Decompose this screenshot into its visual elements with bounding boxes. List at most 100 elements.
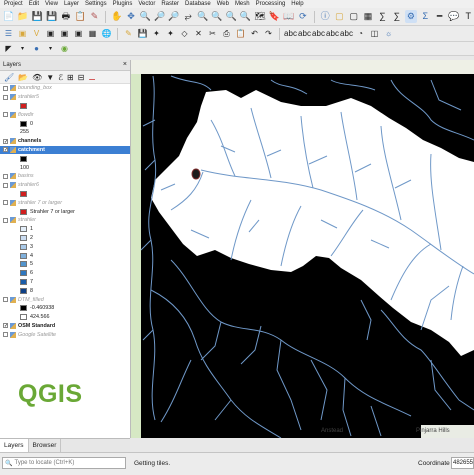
vertex-tool-icon[interactable]: ◇: [179, 28, 190, 39]
label-icon[interactable]: abc: [284, 28, 297, 39]
layer-row[interactable]: Google Satellite: [0, 330, 130, 339]
layer-row[interactable]: 255: [0, 128, 130, 137]
save-as-icon[interactable]: 💾: [46, 10, 57, 23]
pan-icon[interactable]: ✋: [111, 10, 122, 23]
menu-plugins[interactable]: Plugins: [113, 1, 133, 7]
field-calculator-icon[interactable]: ∑: [377, 10, 388, 23]
legend-item[interactable]: 2: [0, 234, 130, 243]
undo-icon[interactable]: ↶: [249, 28, 260, 39]
layout-manager-icon[interactable]: 📋: [75, 10, 86, 23]
legend-item[interactable]: 5: [0, 260, 130, 269]
redo-icon[interactable]: ↷: [263, 28, 274, 39]
pin-icon[interactable]: ●: [31, 43, 42, 54]
zoom-last-icon[interactable]: 🔍: [226, 10, 237, 23]
coordinate-field[interactable]: 482655: [451, 457, 474, 469]
layer-row[interactable]: ✓ catchment: [0, 145, 130, 155]
layer-visibility-checkbox[interactable]: [3, 112, 8, 118]
gear-icon[interactable]: ⚙: [405, 10, 417, 23]
legend-item[interactable]: [0, 190, 130, 199]
add-vector-icon[interactable]: ◤: [3, 43, 14, 54]
cut-icon[interactable]: ✂: [207, 28, 218, 39]
close-icon[interactable]: ×: [123, 60, 127, 70]
zoom-layer-icon[interactable]: 🔍: [197, 10, 208, 23]
measure-icon[interactable]: ━: [434, 10, 445, 23]
menu-vector[interactable]: Vector: [138, 1, 155, 7]
menu-layer[interactable]: Layer: [64, 1, 79, 7]
label-change-icon[interactable]: abc: [340, 28, 353, 39]
legend-item[interactable]: 7: [0, 278, 130, 287]
layer-visibility-checkbox[interactable]: [3, 94, 8, 100]
refresh-icon[interactable]: ⟳: [297, 10, 308, 23]
new-virtual-layer-icon[interactable]: ▣: [73, 28, 84, 39]
filter-expression-icon[interactable]: ℰ: [58, 73, 63, 82]
legend-item[interactable]: 3: [0, 242, 130, 251]
add-raster-icon[interactable]: ▦: [87, 28, 98, 39]
gps-icon[interactable]: ◉: [59, 43, 70, 54]
layer-row[interactable]: strahler 7 or larger: [0, 198, 130, 207]
layer-visibility-checkbox[interactable]: ✓: [3, 138, 8, 144]
layer-visibility-checkbox[interactable]: [3, 182, 8, 188]
remove-layer-icon[interactable]: ⚊: [88, 73, 95, 82]
map-canvas[interactable]: Anstead Pinjarra Hills: [131, 60, 474, 438]
new-bookmark-icon[interactable]: 🔖: [269, 10, 280, 23]
add-group-icon[interactable]: 📂: [18, 73, 28, 82]
zoom-selection-icon[interactable]: 🔍: [211, 10, 222, 23]
layer-row[interactable]: ✓ OSM Standard: [0, 322, 130, 331]
new-temp-layer-icon[interactable]: ▣: [59, 28, 70, 39]
map-tips-icon[interactable]: 💬: [448, 10, 459, 23]
menu-database[interactable]: Database: [185, 1, 211, 7]
new-map-view-icon[interactable]: 🗺: [254, 10, 265, 23]
tab-browser[interactable]: Browser: [29, 439, 62, 453]
plugin-icon[interactable]: ◫: [369, 28, 380, 39]
layer-row[interactable]: basins: [0, 172, 130, 181]
identify-icon[interactable]: ⓘ: [319, 10, 330, 23]
zoom-rubberband-icon[interactable]: 🔎: [168, 10, 179, 23]
python-icon[interactable]: ☼: [383, 28, 394, 39]
legend-item[interactable]: 6: [0, 269, 130, 278]
tab-layers[interactable]: Layers: [0, 439, 29, 453]
menu-raster[interactable]: Raster: [161, 1, 179, 7]
layer-row[interactable]: 100: [0, 163, 130, 172]
dropdown-arrow-icon[interactable]: ▾: [45, 43, 56, 54]
legend-item[interactable]: -0.460938: [0, 304, 130, 313]
show-bookmarks-icon[interactable]: 📖: [283, 10, 294, 23]
diagram-icon[interactable]: ◔: [355, 28, 366, 39]
select-features-icon[interactable]: ▢: [334, 10, 345, 23]
layer-visibility-checkbox[interactable]: ✓: [3, 323, 8, 329]
new-project-icon[interactable]: 📄: [3, 10, 14, 23]
add-feature-icon[interactable]: ✦: [165, 28, 176, 39]
zoom-full-icon[interactable]: ⥂: [183, 10, 194, 23]
manage-map-themes-icon[interactable]: 👁: [32, 73, 42, 82]
legend-item[interactable]: 0: [0, 119, 130, 128]
zoom-in-icon[interactable]: 🔍: [140, 10, 151, 23]
layer-visibility-checkbox[interactable]: [3, 217, 8, 223]
layer-visibility-checkbox[interactable]: ✓: [3, 147, 8, 153]
layer-row[interactable]: strahler: [0, 216, 130, 225]
attribute-table-icon[interactable]: ▦: [362, 10, 373, 23]
layer-visibility-checkbox[interactable]: [3, 332, 8, 338]
dropdown-arrow-icon[interactable]: ▾: [17, 43, 28, 54]
layer-visibility-checkbox[interactable]: [3, 297, 8, 303]
menu-help[interactable]: Help: [291, 1, 303, 7]
delete-icon[interactable]: ✕: [193, 28, 204, 39]
zoom-out-icon[interactable]: 🔎: [154, 10, 165, 23]
label-rotate-icon[interactable]: abc: [326, 28, 339, 39]
menu-processing[interactable]: Processing: [256, 1, 286, 7]
locator-search[interactable]: 🔍 Type to locate (Ctrl+K): [2, 457, 126, 469]
layer-visibility-checkbox[interactable]: [3, 200, 8, 206]
legend-item[interactable]: 424.566: [0, 313, 130, 322]
statistics-icon[interactable]: ∑: [391, 10, 402, 23]
filter-legend-icon[interactable]: ▼: [46, 73, 54, 82]
open-data-source-icon[interactable]: ☰: [3, 28, 14, 39]
legend-item[interactable]: [0, 154, 130, 163]
layer-row[interactable]: bounding_box: [0, 84, 130, 93]
text-annotation-icon[interactable]: T: [463, 10, 474, 23]
new-shapefile-icon[interactable]: V: [31, 28, 42, 39]
layer-visibility-checkbox[interactable]: [3, 85, 8, 91]
layer-visibility-checkbox[interactable]: [3, 173, 8, 179]
menu-mesh[interactable]: Mesh: [235, 1, 250, 7]
label-move-icon[interactable]: abc: [312, 28, 325, 39]
map-render[interactable]: Anstead Pinjarra Hills: [131, 60, 474, 438]
legend-item[interactable]: 1: [0, 225, 130, 234]
outlet-point-marker[interactable]: [191, 168, 201, 180]
